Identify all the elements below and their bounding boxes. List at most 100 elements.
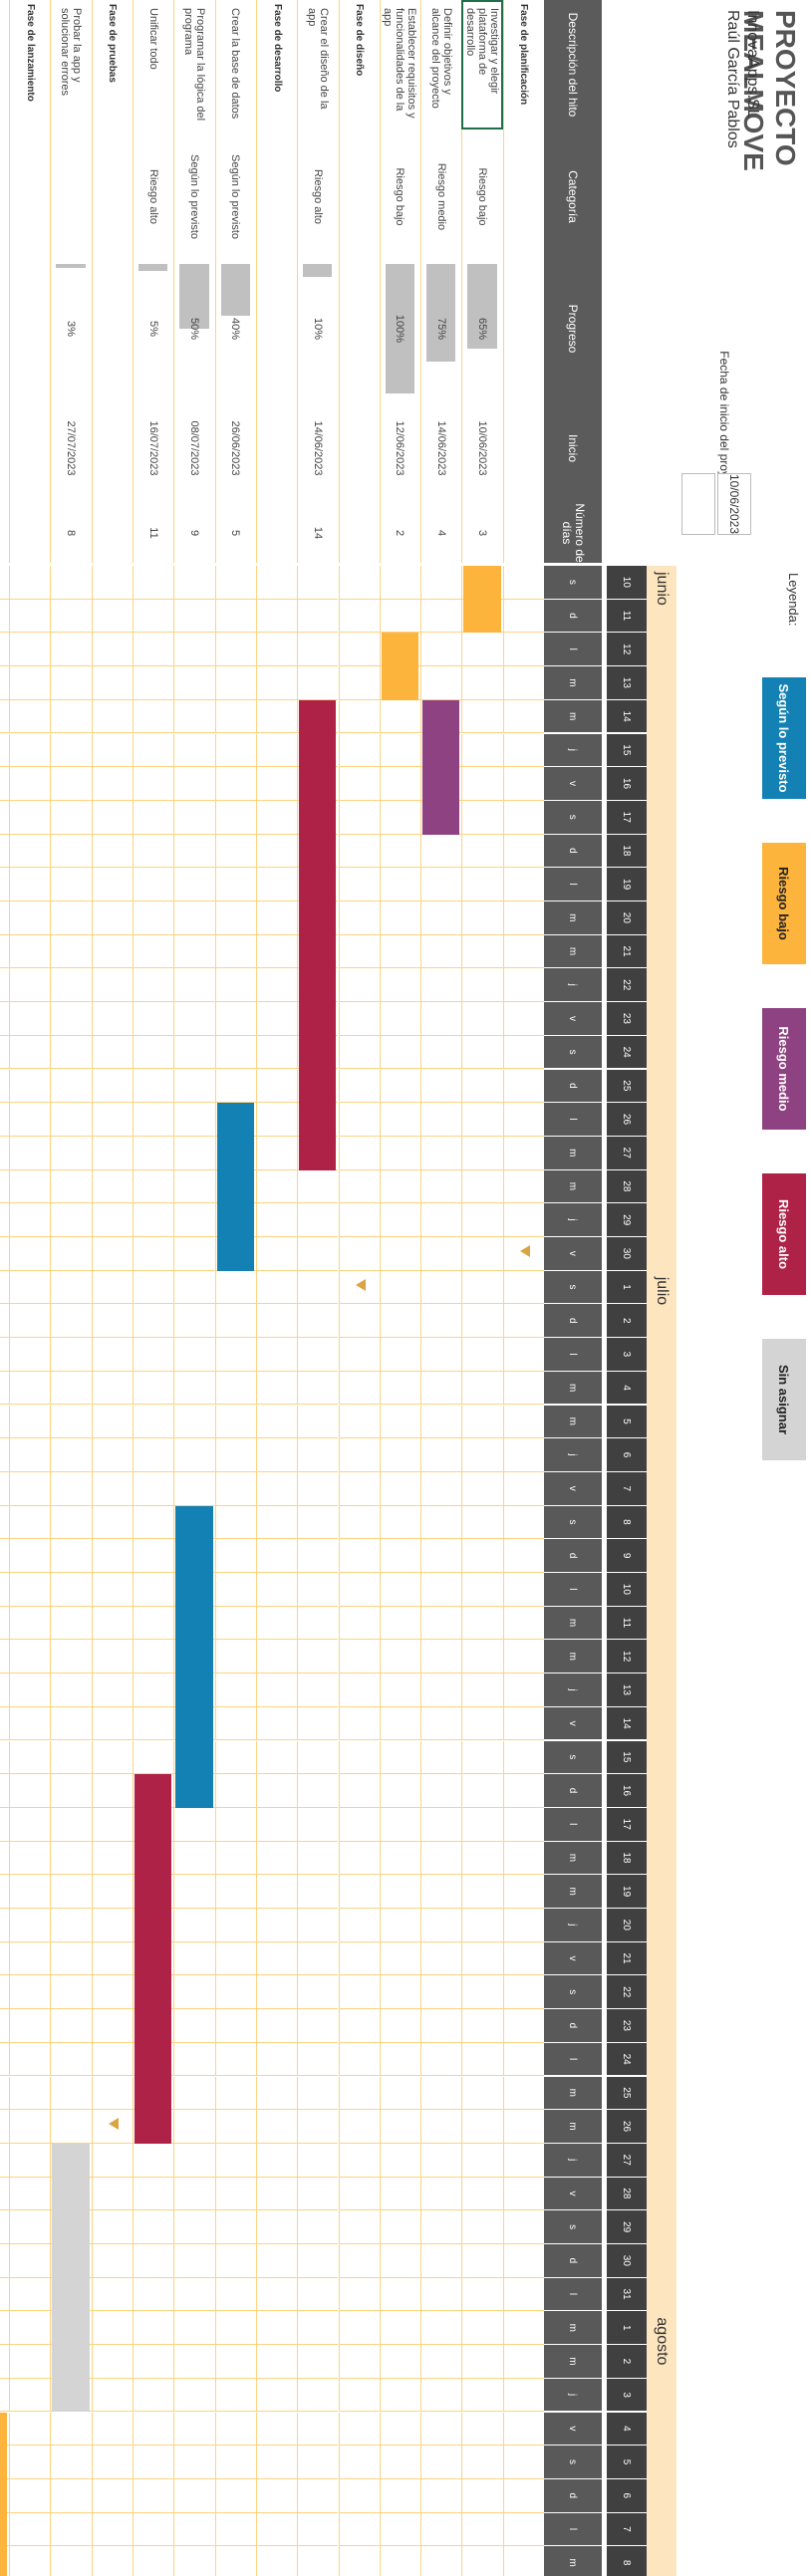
gantt-bar[interactable] [216, 1103, 254, 1271]
gantt-cell[interactable] [379, 1304, 421, 1339]
gantt-cell[interactable] [91, 1674, 133, 1707]
gantt-cell[interactable] [9, 2311, 51, 2346]
gantt-cell[interactable] [379, 1640, 421, 1674]
gantt-cell[interactable] [214, 2345, 256, 2379]
gantt-cell[interactable] [9, 1640, 51, 1674]
gantt-cell[interactable] [9, 1136, 51, 1170]
gantt-cell[interactable] [379, 1169, 421, 1204]
gantt-cell[interactable] [338, 1371, 380, 1406]
gantt-cell[interactable] [214, 1975, 256, 2010]
gantt-cell[interactable] [0, 2143, 10, 2178]
gantt-cell[interactable] [297, 2345, 339, 2379]
gantt-cell[interactable] [173, 868, 215, 902]
gantt-cell[interactable] [91, 2345, 133, 2379]
gantt-cell[interactable] [214, 1371, 256, 1406]
gantt-cell[interactable] [0, 733, 10, 768]
gantt-cell[interactable] [461, 2277, 503, 2312]
gantt-cell[interactable] [91, 2009, 133, 2043]
gantt-cell[interactable] [379, 599, 421, 634]
gantt-cell[interactable] [461, 2546, 503, 2576]
gantt-cell[interactable] [50, 2076, 92, 2111]
gantt-cell[interactable] [502, 1975, 544, 2010]
gantt-cell[interactable] [50, 2546, 92, 2576]
gantt-cell[interactable] [502, 2076, 544, 2111]
gantt-cell[interactable] [214, 902, 256, 935]
gantt-cell[interactable] [173, 699, 215, 734]
gantt-cell[interactable] [133, 1505, 174, 1540]
gantt-cell[interactable] [255, 1069, 298, 1104]
gantt-cell[interactable] [0, 599, 10, 634]
gantt-cell[interactable] [214, 2446, 256, 2479]
gantt-cell[interactable] [0, 902, 10, 935]
gantt-cell[interactable] [50, 566, 92, 600]
gantt-cell[interactable] [91, 1405, 133, 1439]
task-category[interactable]: Según lo previsto [215, 129, 256, 264]
gantt-cell[interactable] [420, 902, 462, 935]
gantt-cell[interactable] [502, 666, 544, 700]
gantt-cell[interactable] [502, 1539, 544, 1573]
gantt-cell[interactable] [173, 800, 215, 835]
gantt-cell[interactable] [0, 1875, 10, 1909]
gantt-cell[interactable] [173, 599, 215, 634]
gantt-cell[interactable] [461, 1035, 503, 1070]
gantt-cell[interactable] [133, 2143, 174, 2178]
gantt-cell[interactable] [91, 2512, 133, 2547]
task-days[interactable]: 11 [133, 503, 173, 563]
gantt-cell[interactable] [338, 2009, 380, 2043]
gantt-cell[interactable] [461, 1237, 503, 1271]
gantt-cell[interactable] [338, 1740, 380, 1775]
gantt-cell[interactable] [50, 934, 92, 969]
gantt-cell[interactable] [502, 1136, 544, 1170]
gantt-cell[interactable] [0, 1640, 10, 1674]
gantt-cell[interactable] [0, 1002, 10, 1036]
gantt-cell[interactable] [9, 633, 51, 667]
gantt-cell[interactable] [379, 968, 421, 1003]
gantt-cell[interactable] [0, 1405, 10, 1439]
gantt-cell[interactable] [255, 1941, 298, 1976]
gantt-bar[interactable] [135, 1774, 172, 2144]
gantt-cell[interactable] [0, 1237, 10, 1271]
gantt-cell[interactable] [461, 633, 503, 667]
gantt-cell[interactable] [297, 2042, 339, 2077]
gantt-cell[interactable] [0, 868, 10, 902]
task-category[interactable]: Riesgo bajo [0, 129, 9, 264]
gantt-cell[interactable] [297, 1975, 339, 2010]
gantt-cell[interactable] [214, 1505, 256, 1540]
gantt-cell[interactable] [214, 2009, 256, 2043]
task-description[interactable]: Unificar todo [133, 0, 173, 129]
gantt-cell[interactable] [420, 868, 462, 902]
gantt-cell[interactable] [133, 1405, 174, 1439]
gantt-cell[interactable] [50, 633, 92, 667]
gantt-cell[interactable] [173, 2546, 215, 2576]
gantt-cell[interactable] [461, 2345, 503, 2379]
gantt-cell[interactable] [420, 2512, 462, 2547]
task-category[interactable]: Riesgo medio [420, 129, 461, 264]
gantt-cell[interactable] [173, 1807, 215, 1842]
gantt-cell[interactable] [379, 2311, 421, 2346]
gantt-cell[interactable] [502, 1674, 544, 1707]
gantt-cell[interactable] [214, 968, 256, 1003]
gantt-cell[interactable] [502, 2311, 544, 2346]
gantt-cell[interactable] [255, 1505, 298, 1540]
gantt-cell[interactable] [50, 1371, 92, 1406]
gantt-cell[interactable] [338, 1069, 380, 1104]
gantt-cell[interactable] [297, 2277, 339, 2312]
gantt-cell[interactable] [133, 1706, 174, 1741]
gantt-cell[interactable] [91, 2378, 133, 2413]
gantt-cell[interactable] [297, 1573, 339, 1607]
gantt-cell[interactable] [502, 1371, 544, 1406]
gantt-cell[interactable] [420, 1975, 462, 2010]
task-days[interactable]: 9 [173, 503, 214, 563]
gantt-cell[interactable] [0, 1069, 10, 1104]
gantt-cell[interactable] [379, 2210, 421, 2244]
gantt-cell[interactable] [91, 1740, 133, 1775]
gantt-cell[interactable] [255, 767, 298, 801]
gantt-cell[interactable] [338, 733, 380, 768]
gantt-cell[interactable] [133, 2512, 174, 2547]
gantt-cell[interactable] [461, 733, 503, 768]
gantt-cell[interactable] [173, 2110, 215, 2144]
gantt-cell[interactable] [133, 699, 174, 734]
gantt-cell[interactable] [255, 934, 298, 969]
gantt-cell[interactable] [338, 2177, 380, 2211]
gantt-cell[interactable] [379, 733, 421, 768]
